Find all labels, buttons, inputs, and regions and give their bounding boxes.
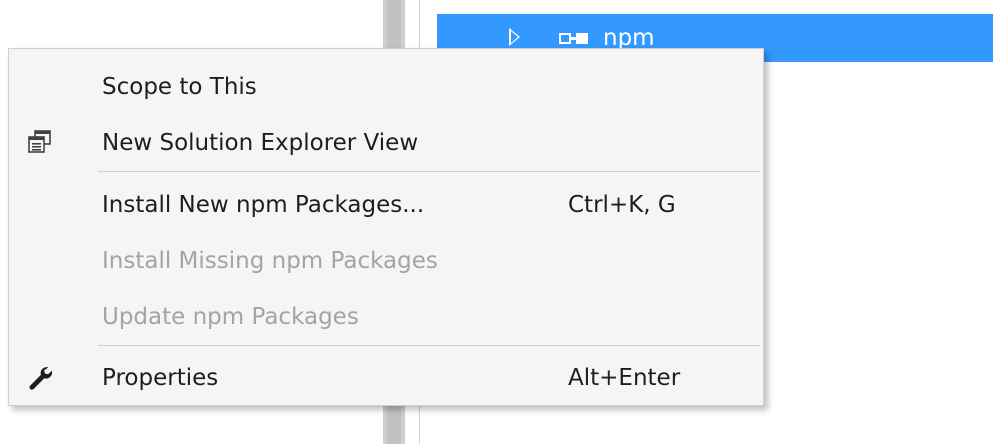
menu-item-install-new-npm-packages[interactable]: Install New npm Packages... Ctrl+K, G — [10, 177, 762, 233]
menu-separator — [98, 171, 760, 172]
menu-item-label: Properties — [102, 365, 219, 391]
npm-dependencies-icon — [559, 30, 595, 48]
new-window-icon — [26, 129, 54, 157]
screen: npm n d Scope to This New So — [0, 0, 993, 444]
menu-item-label: Update npm Packages — [102, 304, 359, 330]
menu-item-scope-to-this[interactable]: Scope to This — [10, 59, 762, 115]
menu-item-label: Install Missing npm Packages — [102, 248, 438, 274]
menu-item-install-missing-npm-packages: Install Missing npm Packages — [10, 233, 762, 289]
menu-separator — [98, 345, 760, 346]
context-menu: Scope to This New Solution Explorer View — [8, 48, 764, 406]
menu-item-properties[interactable]: Properties Alt+Enter — [10, 350, 762, 406]
menu-item-shortcut: Alt+Enter — [568, 365, 681, 391]
menu-item-label: Scope to This — [102, 74, 257, 100]
wrench-icon — [26, 364, 54, 392]
menu-item-label: Install New npm Packages... — [102, 192, 425, 218]
menu-item-new-solution-explorer-view[interactable]: New Solution Explorer View — [10, 115, 762, 171]
expand-arrow-icon[interactable] — [509, 28, 520, 46]
menu-item-update-npm-packages: Update npm Packages — [10, 289, 762, 345]
menu-item-label: New Solution Explorer View — [102, 130, 419, 156]
menu-item-shortcut: Ctrl+K, G — [568, 192, 676, 218]
